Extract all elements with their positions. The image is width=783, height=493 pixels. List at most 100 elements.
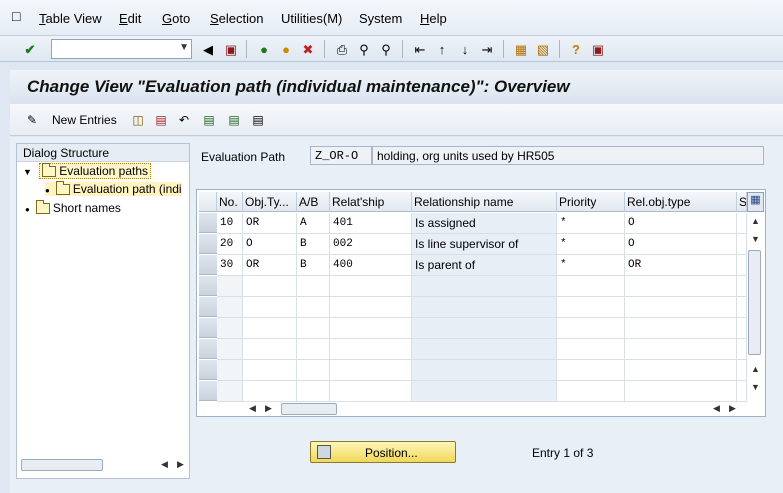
cell-s[interactable] [737,276,747,297]
undo-change-icon[interactable]: ↶ [176,112,192,128]
cell-relationship-name[interactable] [412,360,557,381]
table-settings-icon[interactable]: ▦ [747,192,764,212]
column-header-priority[interactable]: Priority [557,192,625,212]
cell-relationship-name[interactable] [412,318,557,339]
menu-edit[interactable]: Edit [119,11,141,26]
row-selector[interactable] [199,381,217,401]
cell-s[interactable] [737,255,747,276]
find-next-icon[interactable]: ⚲ [377,40,395,58]
column-header-relationship-name[interactable]: Relationship name [412,192,557,212]
menu-selection[interactable]: Selection [210,11,263,26]
cancel-icon[interactable]: ✖ [299,40,317,58]
cell-relationship-name[interactable] [412,276,557,297]
expand-triangle-icon[interactable]: ▼ [23,167,32,177]
cell-relationship[interactable] [330,339,412,360]
scroll-right-icon[interactable]: ▶ [729,403,736,414]
previous-page-icon[interactable]: ↑ [433,40,451,58]
row-selector[interactable] [199,360,217,380]
window-menu-icon[interactable]: □ [12,8,20,24]
column-header-relationship[interactable]: Relat'ship [330,192,412,212]
cell-rel-obj-type[interactable] [625,297,737,318]
cell-relationship[interactable]: 400 [330,255,412,276]
cell-relationship[interactable] [330,318,412,339]
back-green-icon[interactable]: ● [255,40,273,58]
select-block-icon[interactable]: ▤ [226,112,242,128]
layout-settings-icon[interactable]: ▣ [589,40,607,58]
scrollbar-thumb[interactable] [21,459,103,471]
row-selector[interactable] [199,234,217,254]
row-selector[interactable] [199,213,217,233]
display-change-icon[interactable]: ✎ [24,112,40,128]
cell-priority[interactable]: * [557,255,625,276]
dialog-horizontal-scrollbar[interactable]: ◀ ▶ [19,458,187,472]
print-icon[interactable]: ⎙ [333,40,351,58]
tree-item-short-names[interactable]: ● Short names [25,200,121,215]
exit-icon[interactable]: ● [277,40,295,58]
cell-relationship-name[interactable]: Is assigned [412,213,557,234]
cell-priority[interactable]: * [557,234,625,255]
cell-relationship-name[interactable] [412,381,557,402]
scrollbar-thumb[interactable] [281,403,337,415]
scroll-left-icon[interactable]: ◀ [249,403,256,414]
help-icon[interactable]: ? [567,40,585,58]
next-page-icon[interactable]: ↓ [456,40,474,58]
cell-priority[interactable] [557,339,625,360]
row-selector[interactable] [199,276,217,296]
shortcut-icon[interactable]: ▧ [534,40,552,58]
create-session-icon[interactable]: ▦ [512,40,530,58]
scroll-left-icon[interactable]: ◀ [161,459,168,470]
row-selector[interactable] [199,339,217,359]
last-page-icon[interactable]: ⇥ [478,40,496,58]
cell-priority[interactable] [557,276,625,297]
column-header-obj-type[interactable]: Obj.Ty... [243,192,297,212]
cell-rel-obj-type[interactable] [625,381,737,402]
cell-relationship-name[interactable]: Is parent of [412,255,557,276]
cell-relationship[interactable] [330,276,412,297]
scrollbar-thumb[interactable] [748,250,761,355]
deselect-all-icon[interactable]: ▤ [250,112,266,128]
menu-utilities[interactable]: Utilities(M) [281,11,342,26]
cell-priority[interactable] [557,297,625,318]
scroll-up-icon[interactable]: ▲ [751,216,760,226]
chevron-down-icon[interactable]: ▼ [179,42,189,53]
table-vertical-scrollbar[interactable]: ▲ ▼ ▲ ▼ [747,214,763,398]
cell-s[interactable] [737,360,747,381]
cell-relationship-name[interactable]: Is line supervisor of [412,234,557,255]
cell-priority[interactable] [557,381,625,402]
enter-check-icon[interactable]: ✔ [21,40,39,58]
cell-rel-obj-type[interactable] [625,339,737,360]
column-header-ab[interactable]: A/B [297,192,330,212]
first-page-icon[interactable]: ⇤ [411,40,429,58]
cell-s[interactable] [737,213,747,234]
cell-rel-obj-type[interactable] [625,360,737,381]
delete-icon[interactable]: ▤ [153,112,169,128]
copy-as-icon[interactable]: ◫ [130,112,146,128]
cell-s[interactable] [737,381,747,402]
save-icon[interactable]: ▣ [222,40,240,58]
table-horizontal-scrollbar[interactable]: ◀ ▶ ◀ ▶ [245,402,745,416]
new-entries-button[interactable]: New Entries [52,113,117,127]
scroll-right-icon[interactable]: ▶ [265,403,272,414]
row-selector-header[interactable] [199,192,217,212]
column-header-rel-obj-type[interactable]: Rel.obj.type [625,192,737,212]
cell-s[interactable] [737,297,747,318]
cell-s[interactable] [737,234,747,255]
scroll-down-small-icon[interactable]: ▼ [751,234,760,244]
row-selector[interactable] [199,318,217,338]
cell-rel-obj-type[interactable]: OR [625,255,737,276]
cell-relationship-name[interactable] [412,297,557,318]
cell-s[interactable] [737,339,747,360]
scroll-left-icon[interactable]: ◀ [713,403,720,414]
command-field[interactable]: ▼ [51,39,192,59]
cell-rel-obj-type[interactable]: O [625,213,737,234]
scroll-right-icon[interactable]: ▶ [177,459,184,470]
cell-relationship[interactable]: 401 [330,213,412,234]
evaluation-path-description-field[interactable]: holding, org units used by HR505 [372,146,764,165]
find-icon[interactable]: ⚲ [355,40,373,58]
column-header-s[interactable]: S [737,192,747,212]
row-selector[interactable] [199,255,217,275]
column-header-no[interactable]: No. [217,192,243,212]
cell-relationship[interactable]: 002 [330,234,412,255]
cell-rel-obj-type[interactable] [625,276,737,297]
menu-system[interactable]: System [359,11,402,26]
